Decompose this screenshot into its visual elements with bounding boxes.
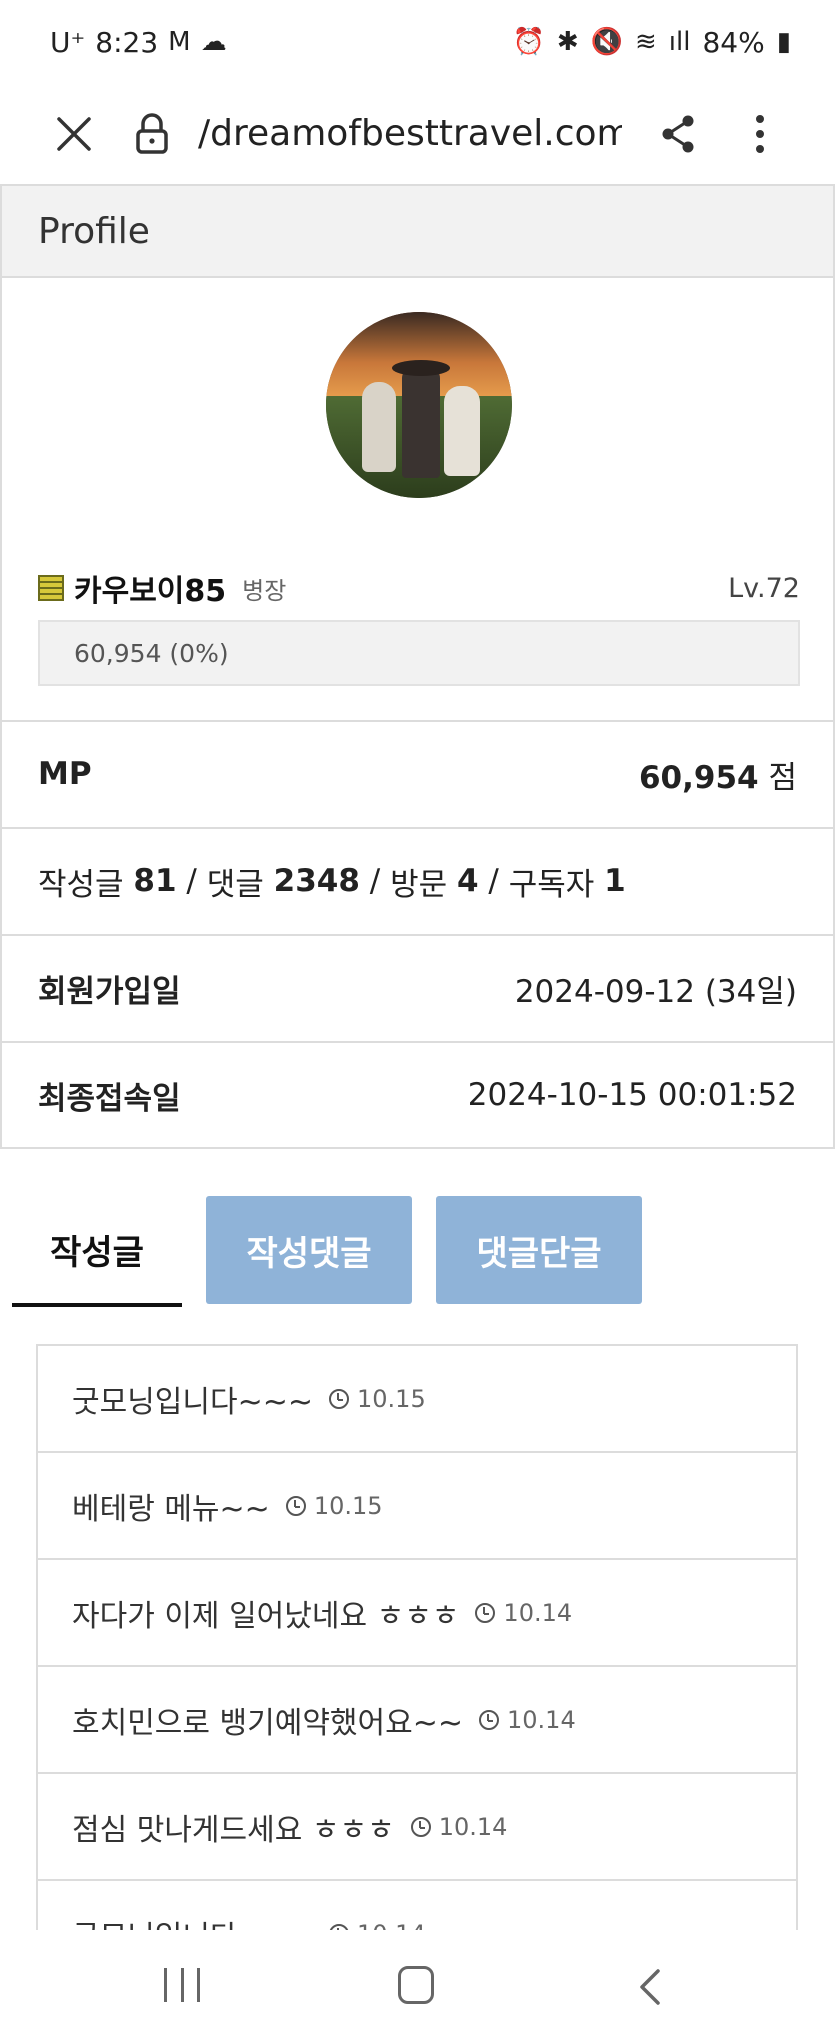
clock-icon bbox=[285, 1495, 306, 1516]
post-date: 10.14 bbox=[479, 1706, 576, 1734]
post-date-text: 10.15 bbox=[357, 1384, 426, 1413]
list-item[interactable]: 호치민으로 뱅기예약했어요~~ 10.14 bbox=[38, 1667, 796, 1774]
last-login-label: 최종접속일 bbox=[38, 1080, 181, 1117]
status-right: ⏰ ✱ 🔇 ≋ ıll 84% ▮ bbox=[512, 26, 791, 59]
back-icon[interactable] bbox=[634, 1968, 666, 2006]
stat-visits-value: 4 bbox=[456, 863, 479, 899]
post-title[interactable]: 자다가 이제 일어났네요 ㅎㅎㅎ bbox=[72, 1591, 459, 1635]
tab-replied-posts[interactable]: 댓글단글 bbox=[436, 1196, 642, 1304]
mp-value: 60,954 bbox=[638, 759, 759, 796]
level-label: Lv.72 bbox=[728, 572, 800, 604]
list-item[interactable]: 굿모닝입니다~~~ 10.14 bbox=[38, 1881, 796, 1930]
clock-icon bbox=[475, 1602, 496, 1623]
stat-subs-label: 구독자 bbox=[508, 866, 595, 903]
alarm-icon: ⏰ bbox=[512, 27, 545, 57]
clock-icon bbox=[479, 1709, 500, 1730]
browser-url-bar: /dreamofbesttravel.com/k bbox=[0, 84, 835, 184]
stat-separator: / bbox=[176, 863, 207, 899]
list-item[interactable]: 베테랑 메뉴~~ 10.15 bbox=[38, 1453, 796, 1560]
post-title[interactable]: 호치민으로 뱅기예약했어요~~ bbox=[72, 1698, 463, 1742]
stat-subs-value: 1 bbox=[604, 863, 626, 899]
lock-icon[interactable] bbox=[132, 106, 172, 162]
name-row: 카우보이85 병장 Lv.72 bbox=[38, 564, 800, 612]
nickname: 카우보이85 bbox=[74, 574, 227, 609]
join-date-row: 회원가입일 2024-09-12 (34일) bbox=[2, 934, 833, 1040]
join-date-label: 회원가입일 bbox=[38, 973, 181, 1010]
stat-visits-label: 방문 bbox=[390, 866, 448, 903]
carrier-label: U⁺ bbox=[50, 25, 86, 59]
signal-icon: ıll bbox=[668, 27, 691, 57]
post-title[interactable]: 굿모닝입니다~~~ bbox=[72, 1377, 313, 1421]
rank-badge-icon bbox=[38, 575, 64, 601]
rank-label: 병장 bbox=[242, 576, 287, 605]
mp-unit: 점 bbox=[768, 759, 797, 796]
home-icon[interactable] bbox=[398, 1966, 434, 2004]
post-title[interactable]: 베테랑 메뉴~~ bbox=[72, 1484, 270, 1528]
post-date: 10.14 bbox=[475, 1599, 572, 1627]
tab-comments[interactable]: 작성댓글 bbox=[206, 1196, 412, 1304]
time-label: 8:23 bbox=[95, 25, 159, 59]
post-date: 10.15 bbox=[285, 1491, 383, 1520]
share-icon[interactable] bbox=[656, 106, 700, 162]
post-date-text: 10.14 bbox=[438, 1812, 508, 1841]
mp-row: MP 60,954 점 bbox=[2, 720, 833, 826]
clock-icon bbox=[329, 1388, 350, 1409]
post-list: 굿모닝입니다~~~ 10.15 베테랑 메뉴~~ 10.15 자다가 이제 일어… bbox=[36, 1344, 798, 1930]
close-icon[interactable] bbox=[52, 108, 96, 160]
url-text[interactable]: /dreamofbesttravel.com/k bbox=[198, 104, 622, 164]
post-date: 10.14 bbox=[329, 1920, 426, 1931]
profile-card: Profile 카우보이85 병장 Lv.72 60,954 (0%) MP 6… bbox=[0, 184, 835, 1149]
bluetooth-icon: ✱ bbox=[556, 27, 579, 57]
avatar bbox=[326, 312, 512, 498]
post-date-text: 10.15 bbox=[313, 1491, 383, 1520]
stat-separator: / bbox=[359, 863, 391, 899]
status-bar: U⁺ 8:23 M ☁ ⏰ ✱ 🔇 ≋ ıll 84% ▮ bbox=[0, 0, 835, 84]
last-login-row: 최종접속일 2024-10-15 00:01:52 bbox=[2, 1041, 833, 1147]
list-item[interactable]: 자다가 이제 일어났네요 ㅎㅎㅎ 10.14 bbox=[38, 1560, 796, 1667]
list-item[interactable]: 점심 맛나게드세요 ㅎㅎㅎ 10.14 bbox=[38, 1774, 796, 1881]
post-date-text: 10.14 bbox=[507, 1705, 576, 1734]
recent-apps-icon[interactable] bbox=[164, 1968, 200, 2002]
mp-label: MP bbox=[38, 756, 92, 792]
post-date: 10.15 bbox=[329, 1385, 426, 1413]
tab-posts[interactable]: 작성글 bbox=[12, 1195, 182, 1307]
wifi-icon: ≋ bbox=[634, 27, 657, 57]
stat-comments-label: 댓글 bbox=[206, 866, 264, 903]
stat-posts-label: 작성글 bbox=[38, 866, 124, 903]
list-item[interactable]: 굿모닝입니다~~~ 10.15 bbox=[38, 1346, 796, 1453]
exp-bar: 60,954 (0%) bbox=[38, 620, 800, 686]
post-title[interactable]: 굿모닝입니다~~~ bbox=[72, 1912, 313, 1931]
post-date: 10.14 bbox=[410, 1812, 508, 1841]
system-nav-bar bbox=[0, 1930, 835, 2041]
gmail-icon: M bbox=[168, 27, 191, 57]
stat-separator: / bbox=[478, 863, 509, 899]
clock-icon bbox=[410, 1816, 431, 1837]
post-date-text: 10.14 bbox=[357, 1920, 426, 1931]
stat-posts-value: 81 bbox=[133, 863, 177, 899]
status-left: U⁺ 8:23 M ☁ bbox=[50, 26, 227, 59]
last-login-value: 2024-10-15 00:01:52 bbox=[467, 1077, 797, 1113]
cloud-icon: ☁ bbox=[200, 27, 227, 57]
more-options-icon[interactable] bbox=[740, 106, 780, 162]
join-date-value: 2024-09-12 (34일) bbox=[514, 973, 797, 1010]
stat-comments-value: 2348 bbox=[273, 863, 360, 899]
battery-label: 84% bbox=[702, 25, 765, 59]
battery-icon: ▮ bbox=[776, 27, 791, 57]
post-date-text: 10.14 bbox=[503, 1598, 573, 1627]
mp-value-group: 60,954 점 bbox=[639, 752, 797, 797]
post-title[interactable]: 점심 맛나게드세요 ㅎㅎㅎ bbox=[72, 1805, 395, 1849]
stats-row: 작성글 81 / 댓글 2348 / 방문 4 / 구독자 1 bbox=[2, 827, 833, 933]
mute-icon: 🔇 bbox=[590, 27, 623, 57]
profile-header: Profile bbox=[2, 186, 833, 278]
